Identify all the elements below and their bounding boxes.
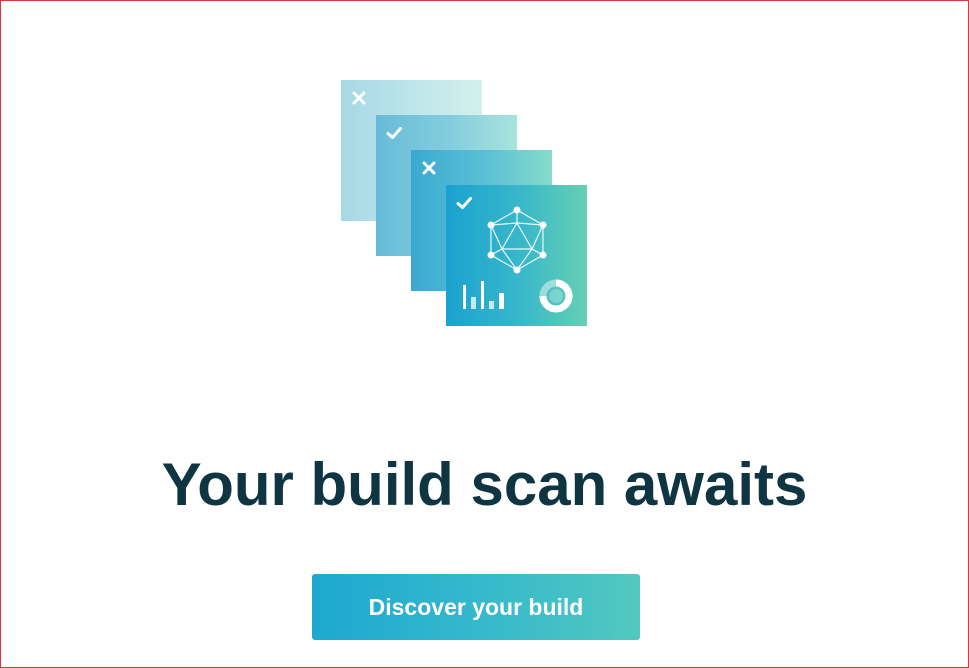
check-icon — [456, 197, 472, 209]
build-scan-illustration — [339, 79, 589, 329]
donut-chart-icon — [539, 279, 573, 313]
network-graph-icon — [487, 206, 547, 274]
close-icon — [422, 161, 436, 175]
scan-card-passed-2 — [446, 185, 587, 326]
page-headline: Your build scan awaits — [161, 451, 808, 518]
close-icon — [352, 91, 366, 105]
check-icon — [386, 127, 402, 139]
discover-build-button[interactable]: Discover your build — [312, 574, 640, 640]
bar-chart-icon — [463, 281, 504, 309]
page-frame: Your build scan awaits Discover your bui… — [0, 0, 969, 668]
